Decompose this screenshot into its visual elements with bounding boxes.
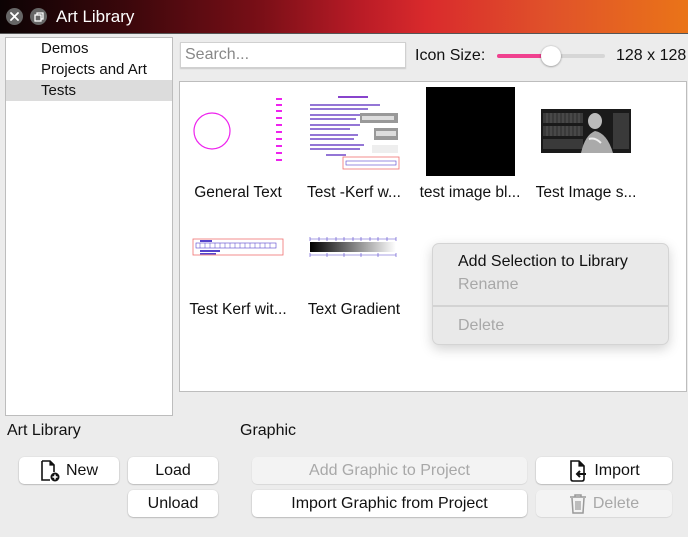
- add-graphic-to-project-button[interactable]: Add Graphic to Project: [252, 457, 527, 484]
- thumbnail-gradient-bar: [296, 203, 412, 293]
- load-button[interactable]: Load: [128, 457, 218, 484]
- thumbnail-kerf-ruler: [180, 203, 296, 293]
- tree-item-tests[interactable]: Tests: [6, 80, 172, 101]
- new-document-icon: [41, 459, 60, 481]
- art-tile-label: Test -Kerf w...: [307, 184, 401, 201]
- slider-knob[interactable]: [541, 46, 561, 66]
- title-bar: Art Library: [0, 0, 688, 34]
- icon-size-label: Icon Size:: [415, 47, 486, 64]
- art-tile-label: Text Gradient: [307, 301, 401, 318]
- art-tile-label: Test Kerf wit...: [189, 301, 287, 318]
- restore-button[interactable]: [30, 8, 47, 25]
- trash-icon: [569, 493, 586, 514]
- unload-button-label: Unload: [147, 494, 199, 512]
- thumbnail-kerf-instructions: [296, 86, 412, 176]
- restore-icon: [33, 11, 44, 22]
- art-tile-label: test image bl...: [419, 184, 521, 201]
- import-graphic-from-project-button[interactable]: Import Graphic from Project: [252, 490, 527, 517]
- menu-item-add-selection-to-library[interactable]: Add Selection to Library: [458, 253, 628, 271]
- art-tile[interactable]: Test -Kerf w...: [296, 86, 412, 201]
- import-document-icon: [570, 459, 587, 482]
- import-graphic-from-project-label: Import Graphic from Project: [291, 494, 488, 512]
- close-button[interactable]: [6, 8, 23, 25]
- graphic-section-title: Graphic: [240, 422, 297, 439]
- art-tile[interactable]: test image bl...: [412, 86, 528, 201]
- context-menu: Add Selection to Library Rename Delete: [432, 243, 669, 345]
- new-button[interactable]: New: [19, 457, 119, 484]
- delete-button-label: Delete: [592, 494, 640, 512]
- new-button-label: New: [65, 461, 98, 479]
- thumbnail-black-square: [412, 86, 528, 176]
- art-tile[interactable]: Text Gradient: [296, 203, 412, 318]
- art-tile[interactable]: Test Image s...: [528, 86, 644, 201]
- menu-item-rename[interactable]: Rename: [458, 276, 518, 294]
- import-button-label: Import: [594, 461, 640, 479]
- icon-size-value: 128 x 128: [616, 47, 687, 64]
- art-library-section-title: Art Library: [7, 422, 81, 439]
- window-title: Art Library: [56, 7, 135, 26]
- art-tile[interactable]: Test Kerf wit...: [180, 203, 296, 318]
- search-input[interactable]: [180, 42, 406, 68]
- tree-item-projects-and-art[interactable]: Projects and Art: [6, 59, 172, 80]
- load-button-label: Load: [155, 461, 191, 479]
- import-button[interactable]: Import: [536, 457, 672, 484]
- close-icon: [10, 12, 19, 21]
- delete-button[interactable]: Delete: [536, 490, 672, 517]
- menu-item-delete[interactable]: Delete: [458, 317, 504, 335]
- art-tile-label: Test Image s...: [535, 184, 637, 201]
- thumbnail-statue-photo: [528, 86, 644, 176]
- library-tree[interactable]: Demos Projects and Art Tests: [5, 37, 173, 416]
- menu-separator: [433, 305, 668, 307]
- thumbnail-general-text: [180, 86, 296, 176]
- art-tile[interactable]: General Text: [180, 86, 296, 201]
- add-graphic-to-project-label: Add Graphic to Project: [309, 461, 470, 479]
- art-tile-label: General Text: [194, 184, 282, 201]
- art-grid[interactable]: General Text Test -Kerf w... test image …: [179, 81, 687, 392]
- unload-button[interactable]: Unload: [128, 490, 218, 517]
- tree-item-demos[interactable]: Demos: [6, 38, 172, 59]
- icon-size-slider[interactable]: [497, 46, 605, 66]
